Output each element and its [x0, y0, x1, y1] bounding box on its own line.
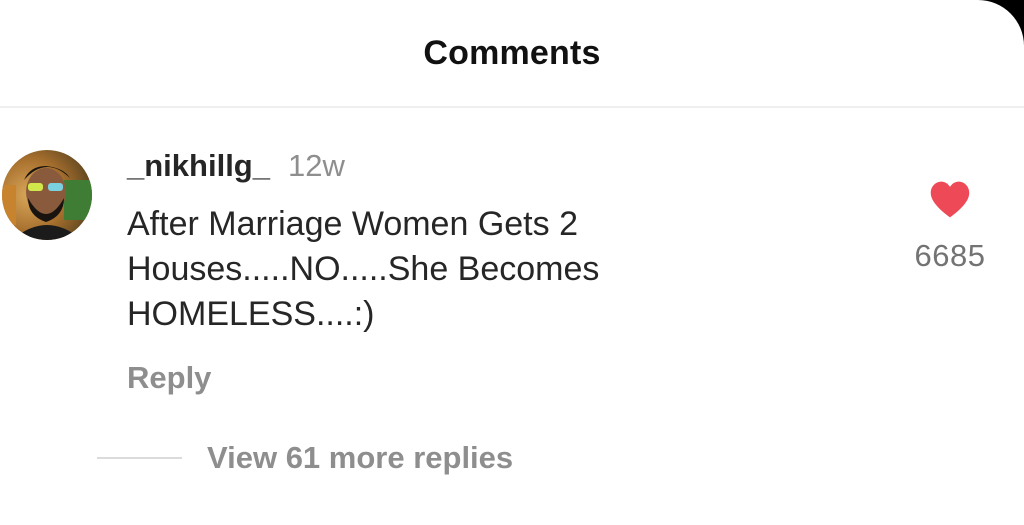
heart-icon[interactable] [929, 180, 971, 220]
comment: _nikhillg_ 12w After Marriage Women Gets … [127, 146, 847, 337]
page-title: Comments [423, 34, 601, 72]
reply-button[interactable]: Reply [127, 360, 211, 396]
replies-divider [97, 457, 182, 459]
comments-header: Comments [0, 0, 1024, 108]
comments-sheet: Comments _nikhillg_ 12w After Marriage W… [0, 0, 1024, 525]
avatar[interactable] [2, 150, 92, 240]
like-area: 6685 [900, 180, 1000, 274]
view-replies-button[interactable]: View 61 more replies [207, 440, 513, 476]
profile-photo-icon [2, 150, 92, 240]
comment-meta: _nikhillg_ 12w [127, 146, 847, 186]
like-count: 6685 [914, 238, 986, 273]
comment-text: After Marriage Women Gets 2 Houses.....N… [127, 205, 600, 333]
timestamp: 12w [287, 148, 345, 183]
username[interactable]: _nikhillg_ [127, 148, 270, 183]
view-replies-row: View 61 more replies [97, 436, 513, 480]
